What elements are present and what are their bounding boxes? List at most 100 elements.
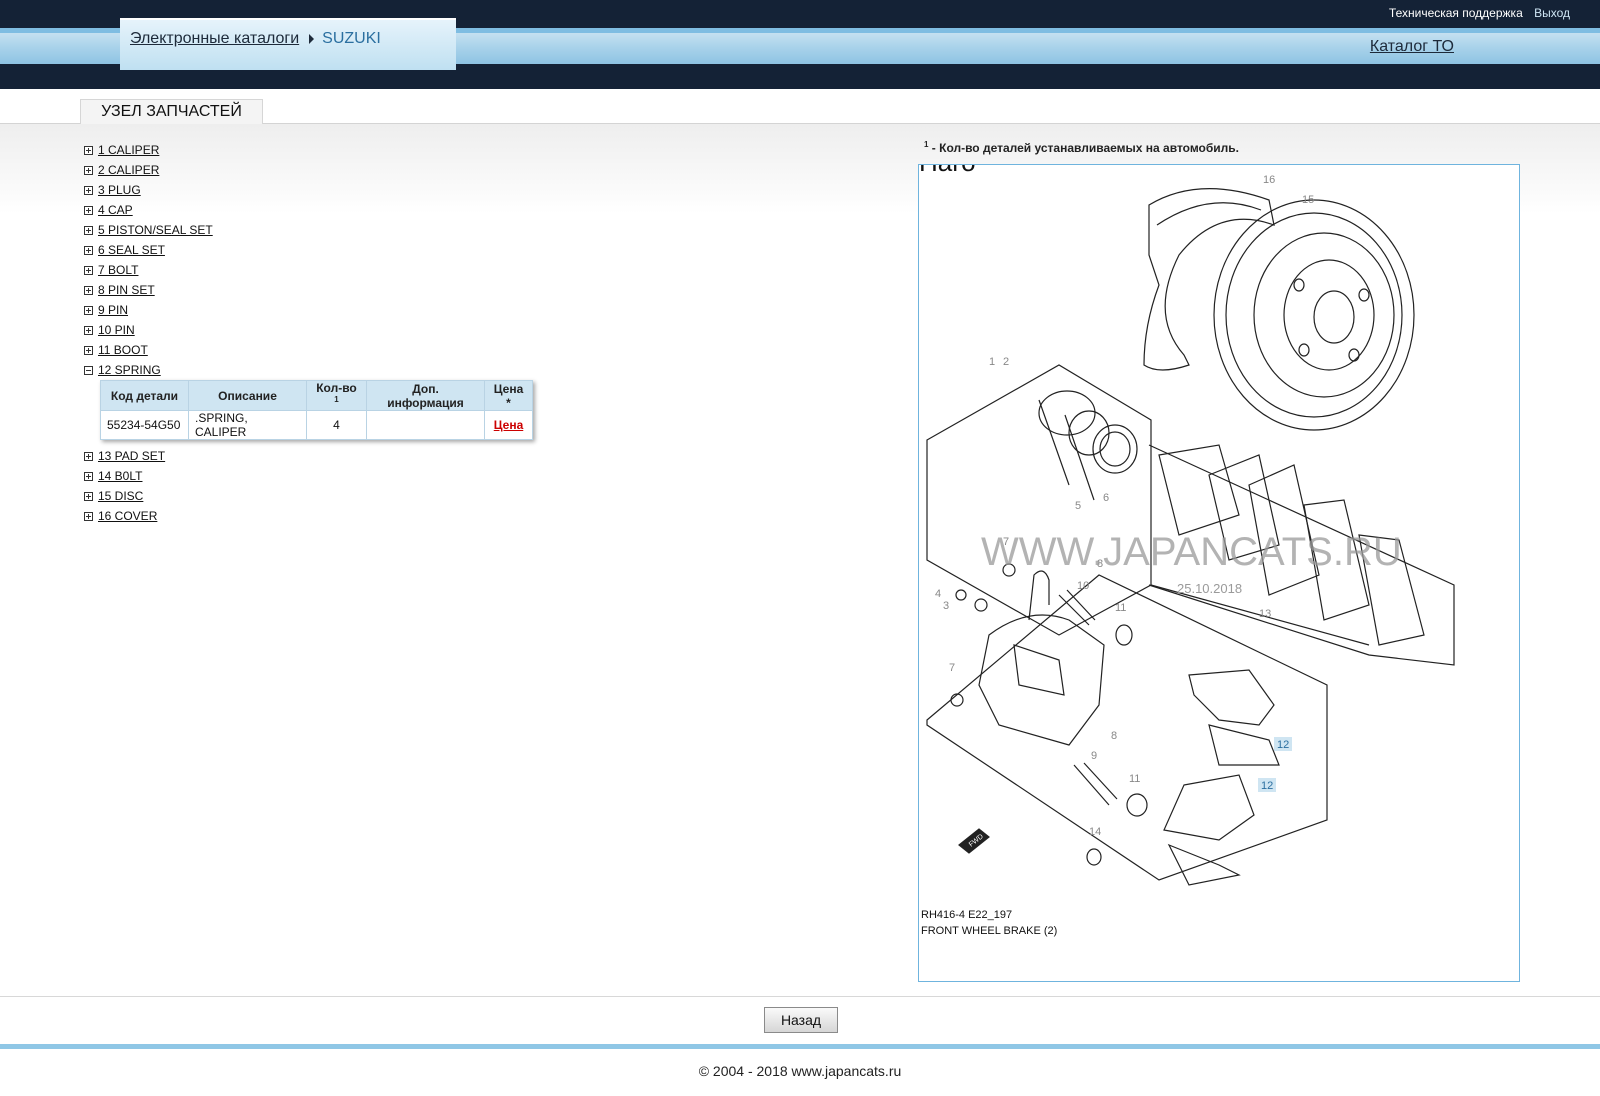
expand-icon[interactable] xyxy=(84,246,93,255)
callout-number[interactable]: 13 xyxy=(1259,608,1271,620)
expand-icon[interactable] xyxy=(84,226,93,235)
price-link[interactable]: Цена xyxy=(494,418,524,432)
tree-node-link[interactable]: 13 PAD SET xyxy=(98,449,165,463)
callout-number[interactable]: 5 xyxy=(1075,500,1081,512)
cell-info xyxy=(366,410,485,440)
tree-node[interactable]: 5 PISTON/SEAL SET xyxy=(84,220,533,240)
callout-number[interactable]: 3 xyxy=(943,600,949,612)
col-qty-label: Кол-во xyxy=(316,381,357,395)
tab-parts-unit[interactable]: УЗЕЛ ЗАПЧАСТЕЙ xyxy=(80,99,263,125)
tree-node[interactable]: 12 SPRING xyxy=(84,360,533,380)
callout-number[interactable]: 10 xyxy=(1077,580,1089,592)
callout-number[interactable]: 6 xyxy=(1103,492,1109,504)
callout-number[interactable]: 2 xyxy=(1003,356,1009,368)
callout-number[interactable]: 12 xyxy=(1277,739,1289,751)
tree-node-link[interactable]: 16 COVER xyxy=(98,509,157,523)
callout-number[interactable]: 16 xyxy=(1263,174,1275,186)
main-content: 1 CALIPER 2 CALIPER 3 PLUG 4 CAP 5 PISTON/SE… xyxy=(0,124,1600,996)
diagram-caption-name: FRONT WHEEL BRAKE (2) xyxy=(921,925,1058,937)
support-link[interactable]: Техническая поддержка xyxy=(1389,6,1523,20)
expand-icon[interactable] xyxy=(84,146,93,155)
qty-footnote: 1 - Кол-во деталей устанавливаемых на ав… xyxy=(924,140,1239,155)
parts-detail-table: Код детали Описание Кол-во 1 Доп. информаци… xyxy=(100,380,533,440)
tree-node[interactable]: 13 PAD SET xyxy=(84,446,533,466)
breadcrumb-brand: SUZUKI xyxy=(322,30,381,47)
expand-icon[interactable] xyxy=(84,166,93,175)
tree-node[interactable]: 11 BOOT xyxy=(84,340,533,360)
expand-icon[interactable] xyxy=(84,306,93,315)
table-row: 55234-54G50 .SPRING, CALIPER 4 Цена xyxy=(100,410,533,440)
bottom-bar: Назад xyxy=(0,996,1600,1044)
catalog-to-link[interactable]: Каталог ТО xyxy=(1370,38,1454,56)
top-header: Электронные каталоги SUZUKI Техническая п… xyxy=(0,0,1600,89)
exit-link[interactable]: Выход xyxy=(1534,6,1570,20)
tree-node-link[interactable]: 12 SPRING xyxy=(98,363,161,377)
table-header-row: Код детали Описание Кол-во 1 Доп. информаци… xyxy=(100,380,533,411)
tree-node[interactable]: 16 COVER xyxy=(84,506,533,526)
col-qty: Кол-во 1 xyxy=(306,380,367,411)
tree-node[interactable]: 7 BOLT xyxy=(84,260,533,280)
copyright-footer: © 2004 - 2018 www.japancats.ru xyxy=(0,1044,1600,1096)
tree-node[interactable]: 6 SEAL SET xyxy=(84,240,533,260)
tree-node-link[interactable]: 4 CAP xyxy=(98,203,133,217)
collapse-icon[interactable] xyxy=(84,366,93,375)
tree-node-link[interactable]: 7 BOLT xyxy=(98,263,138,277)
diagram-watermark: WWW.JAPANCATS.RU xyxy=(981,530,1402,574)
diagram-drawing: Наго xyxy=(919,165,1455,886)
tree-node[interactable]: 4 CAP xyxy=(84,200,533,220)
tree-node[interactable]: 3 PLUG xyxy=(84,180,533,200)
tree-node[interactable]: 14 B0LT xyxy=(84,466,533,486)
cell-desc: .SPRING, CALIPER xyxy=(188,410,307,440)
footnote-text: - Кол-во деталей устанавливаемых на авто… xyxy=(928,141,1239,155)
col-code: Код детали xyxy=(100,380,189,411)
callout-number[interactable]: 14 xyxy=(1089,826,1101,838)
diagram-callouts: 16151 256781011431378911121214FWD xyxy=(935,174,1314,849)
tree-node[interactable]: 10 PIN xyxy=(84,320,533,340)
callout-number[interactable]: 7 xyxy=(949,662,955,674)
tree-node-link[interactable]: 2 CALIPER xyxy=(98,163,159,177)
tree-node-link[interactable]: 8 PIN SET xyxy=(98,283,155,297)
expand-icon[interactable] xyxy=(84,346,93,355)
col-info: Доп. информация xyxy=(366,380,485,411)
callout-number[interactable]: 1 xyxy=(989,356,995,368)
expand-icon[interactable] xyxy=(84,186,93,195)
callout-number[interactable]: 8 xyxy=(1111,730,1117,742)
tree-node-link[interactable]: 1 CALIPER xyxy=(98,143,159,157)
cell-price: Цена xyxy=(484,410,533,440)
cell-code: 55234-54G50 xyxy=(100,410,189,440)
tree-node-link[interactable]: 11 BOOT xyxy=(98,343,148,357)
tree-node-link[interactable]: 9 PIN xyxy=(98,303,128,317)
callout-number[interactable]: 4 xyxy=(935,588,941,600)
expand-icon[interactable] xyxy=(84,286,93,295)
expand-icon[interactable] xyxy=(84,206,93,215)
callout-number[interactable]: 11 xyxy=(1129,773,1140,785)
callout-number[interactable]: 12 xyxy=(1261,780,1273,792)
expand-icon[interactable] xyxy=(84,266,93,275)
expand-icon[interactable] xyxy=(84,472,93,481)
col-qty-sup: 1 xyxy=(334,395,339,404)
expand-icon[interactable] xyxy=(84,492,93,501)
callout-number[interactable]: 11 xyxy=(1115,602,1126,614)
diagram-caption-code: RH416-4 E22_197 xyxy=(921,909,1013,921)
expand-icon[interactable] xyxy=(84,512,93,521)
expand-icon[interactable] xyxy=(84,326,93,335)
tree-node[interactable]: 8 PIN SET xyxy=(84,280,533,300)
tree-node[interactable]: 1 CALIPER xyxy=(84,140,533,160)
tree-node-link[interactable]: 6 SEAL SET xyxy=(98,243,165,257)
col-price: Цена * xyxy=(484,380,533,411)
tree-node-link[interactable]: 3 PLUG xyxy=(98,183,141,197)
tree-node[interactable]: 9 PIN xyxy=(84,300,533,320)
back-button[interactable]: Назад xyxy=(764,1007,838,1033)
tree-node-link[interactable]: 10 PIN xyxy=(98,323,135,337)
tree-node-link[interactable]: 5 PISTON/SEAL SET xyxy=(98,223,213,237)
tree-node-link[interactable]: 14 B0LT xyxy=(98,469,142,483)
callout-number[interactable]: 15 xyxy=(1302,194,1314,206)
breadcrumb: Электронные каталоги SUZUKI xyxy=(120,18,456,70)
expand-icon[interactable] xyxy=(84,452,93,461)
parts-diagram[interactable]: Наго xyxy=(918,164,1520,982)
tree-node-link[interactable]: 15 DISC xyxy=(98,489,143,503)
tree-node[interactable]: 2 CALIPER xyxy=(84,160,533,180)
breadcrumb-catalogs-link[interactable]: Электронные каталоги xyxy=(130,30,299,47)
callout-number[interactable]: 9 xyxy=(1091,750,1097,762)
tree-node[interactable]: 15 DISC xyxy=(84,486,533,506)
